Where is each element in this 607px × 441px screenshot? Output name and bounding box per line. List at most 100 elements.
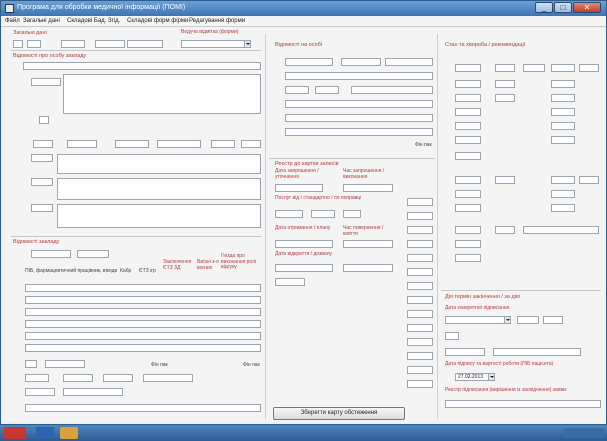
field-box[interactable] [495,226,515,234]
field-box[interactable] [551,204,575,212]
field-box[interactable] [31,204,53,212]
calendar-dropdown-icon[interactable] [488,374,494,380]
field-box[interactable] [315,86,339,94]
field-box[interactable] [61,40,85,48]
field-box[interactable] [495,64,515,72]
field-box[interactable] [157,140,201,148]
table-row[interactable] [25,296,261,304]
field-box[interactable] [25,360,37,368]
word-icon[interactable] [36,427,54,439]
field-box[interactable] [143,374,193,382]
field-box[interactable] [455,176,481,184]
close-button[interactable]: ✕ [573,2,601,13]
field-box[interactable] [407,296,433,304]
field-box[interactable] [407,324,433,332]
chevron-down-icon[interactable] [504,317,510,323]
field-box[interactable] [407,366,433,374]
menu-item-file[interactable]: Файл [5,18,20,24]
field-box[interactable] [407,310,433,318]
field-box[interactable] [31,250,71,258]
text-area[interactable] [63,74,261,114]
field-box[interactable] [31,154,53,162]
maximize-button[interactable]: □ [554,2,572,13]
text-field[interactable] [23,62,261,70]
text-field[interactable] [285,100,433,108]
field-box[interactable] [455,152,481,160]
field-box[interactable] [45,360,85,368]
field-box[interactable] [407,254,433,262]
field-box[interactable] [495,176,515,184]
table-row[interactable] [25,344,261,352]
field-box[interactable] [31,178,53,186]
menu-item-components[interactable]: Складові Бад. Згід. [67,18,120,24]
field-box[interactable] [495,94,515,102]
field-box[interactable] [407,240,433,248]
field-box[interactable] [285,58,333,66]
field-box[interactable] [407,338,433,346]
text-area[interactable] [57,178,261,200]
field-box[interactable] [407,268,433,276]
menu-item-form-components[interactable]: Складові форм фірми [127,18,188,24]
field-box[interactable] [25,388,55,396]
field-box[interactable] [407,282,433,290]
field-box[interactable] [343,264,393,272]
field-box[interactable] [211,140,235,148]
table-row[interactable] [25,332,261,340]
field-box[interactable] [63,374,93,382]
field-box[interactable] [455,64,481,72]
field-box[interactable] [551,80,575,88]
field-box[interactable] [115,140,149,148]
field-box[interactable] [407,226,433,234]
field-box[interactable] [241,140,261,148]
field-box[interactable] [579,176,599,184]
field-box[interactable] [551,190,575,198]
field-box[interactable] [39,116,49,124]
field-box[interactable] [455,80,481,88]
field-box[interactable] [551,108,575,116]
field-box[interactable] [445,332,459,340]
date-field[interactable] [275,184,323,192]
time-field[interactable] [343,184,393,192]
field-box[interactable] [95,40,125,48]
field-box[interactable] [551,176,575,184]
field-box[interactable] [495,80,515,88]
field-box[interactable] [455,240,481,248]
field-box[interactable] [455,190,481,198]
field-box[interactable] [455,108,481,116]
field-box[interactable] [407,212,433,220]
date-field[interactable] [275,240,333,248]
field-box[interactable] [455,254,481,262]
table-row[interactable] [25,320,261,328]
field-box[interactable] [103,374,133,382]
field-box[interactable] [523,64,545,72]
field-box[interactable] [517,316,539,324]
menu-item-general[interactable]: Загальні дані [23,18,60,24]
text-area[interactable] [57,154,261,174]
text-field[interactable] [445,400,601,408]
field-box[interactable] [285,86,309,94]
field-box[interactable] [13,40,23,48]
field-box[interactable] [551,64,575,72]
paint-icon[interactable] [60,427,78,439]
field-box[interactable] [455,204,481,212]
field-box[interactable] [77,250,109,258]
field-box[interactable] [127,40,163,48]
time-field[interactable] [343,240,393,248]
save-card-button[interactable]: Зберегти карту обстеження [273,407,405,420]
text-field[interactable] [25,404,261,412]
field-box[interactable] [33,140,53,148]
field-box[interactable] [407,352,433,360]
field-box[interactable] [407,380,433,388]
text-field[interactable] [285,72,433,80]
field-box[interactable] [551,94,575,102]
field-box[interactable] [25,374,49,382]
field-box[interactable] [455,226,481,234]
field-box[interactable] [31,78,61,86]
text-field[interactable] [493,348,581,356]
field-box[interactable] [455,136,481,144]
field-box[interactable] [67,140,97,148]
field-box[interactable] [455,122,481,130]
text-field[interactable] [285,114,433,122]
start-button[interactable] [4,427,26,439]
field-box[interactable] [445,348,485,356]
